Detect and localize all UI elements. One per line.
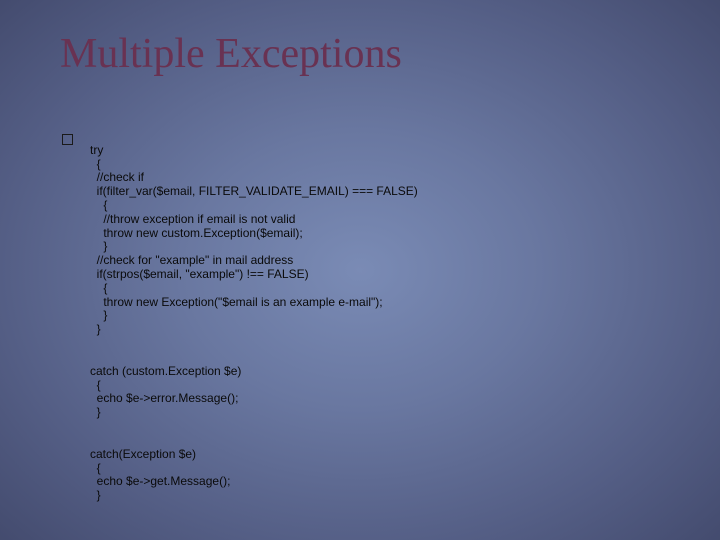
bullet-square-icon	[62, 134, 73, 145]
code-try-body: { //check if if(filter_var($email, FILTE…	[90, 157, 418, 337]
code-try-keyword: try	[90, 143, 103, 157]
code-catch-custom: catch (custom.Exception $e) { echo $e->e…	[90, 364, 241, 419]
code-catch-exception: catch(Exception $e) { echo $e->get.Messa…	[90, 447, 230, 502]
code-block: try { //check if if(filter_var($email, F…	[90, 130, 418, 531]
slide-title: Multiple Exceptions	[60, 30, 402, 78]
